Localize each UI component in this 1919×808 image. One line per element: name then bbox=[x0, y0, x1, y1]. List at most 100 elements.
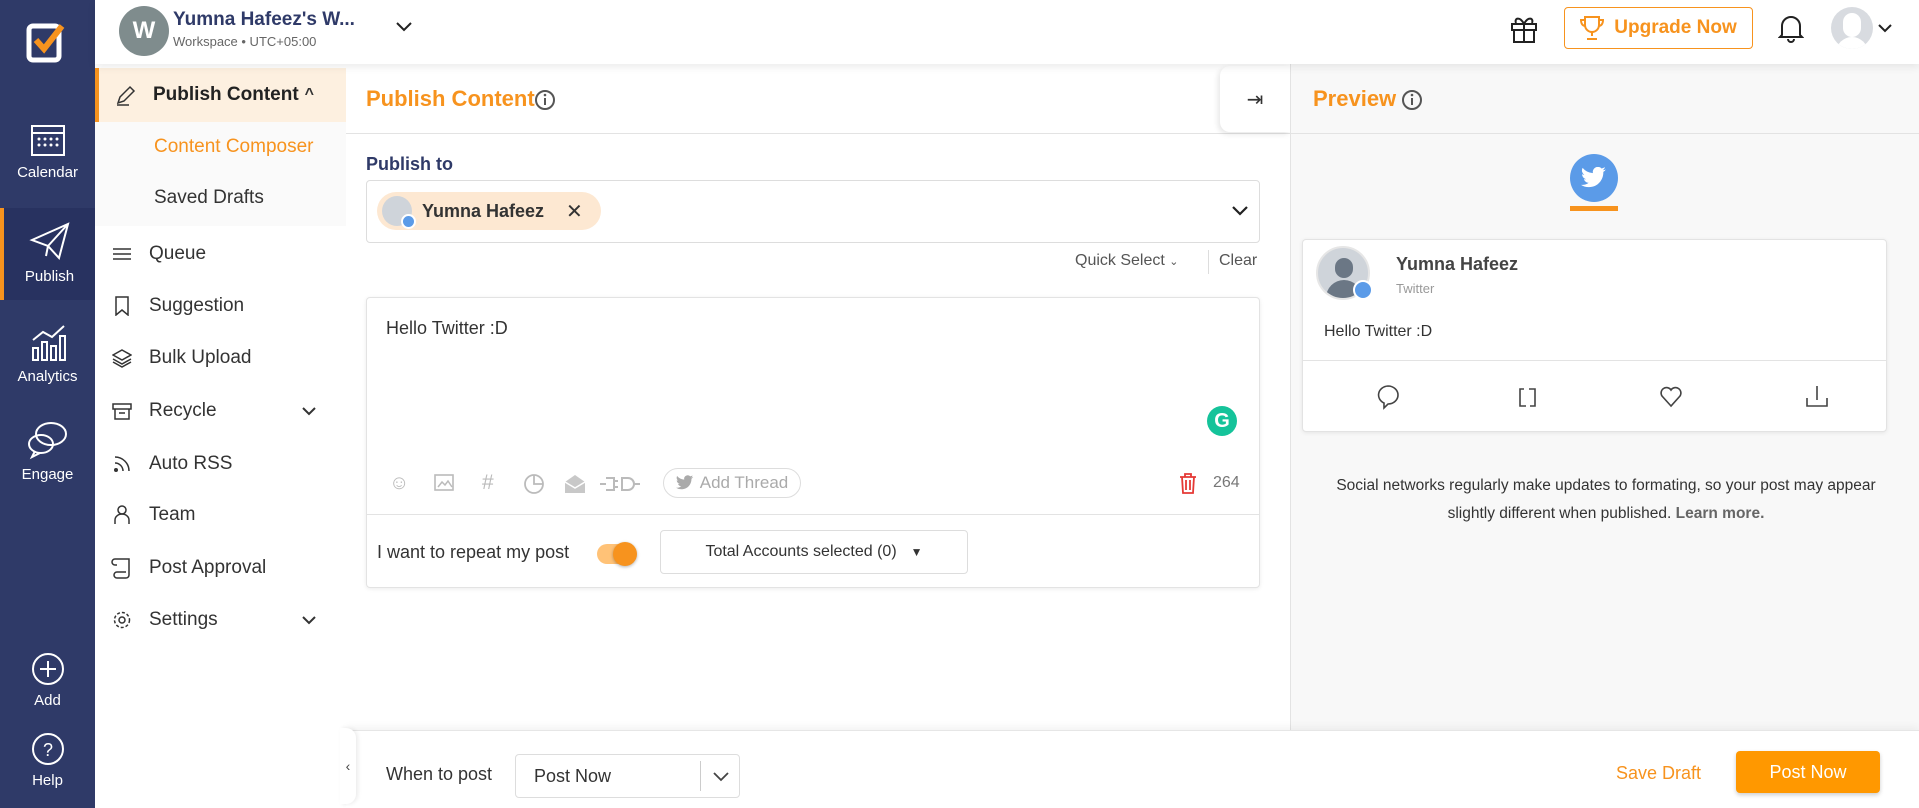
caret-down-icon: ▼ bbox=[910, 545, 923, 559]
when-to-post-value: Post Now bbox=[534, 766, 612, 786]
user-icon bbox=[109, 505, 135, 525]
account-chip-label: Yumna Hafeez bbox=[422, 200, 545, 221]
sidebar-item-label: Auto RSS bbox=[149, 453, 233, 474]
page-title: Publish Content bbox=[366, 86, 535, 111]
sidebar-section-publish-content[interactable]: Publish Content ^ bbox=[95, 68, 346, 122]
app-logo[interactable] bbox=[26, 20, 70, 69]
workspace-avatar[interactable]: W bbox=[119, 6, 169, 56]
rail-label: Help bbox=[32, 772, 63, 789]
image-icon[interactable] bbox=[434, 474, 456, 494]
user-avatar[interactable] bbox=[1831, 7, 1873, 49]
rail-publish[interactable]: Publish bbox=[0, 208, 95, 300]
sidebar-item-label: Bulk Upload bbox=[149, 347, 252, 368]
scroll-icon bbox=[109, 557, 135, 579]
rail-calendar[interactable]: Calendar bbox=[0, 120, 95, 181]
sidebar-item-recycle[interactable]: Recycle bbox=[95, 391, 346, 431]
sidebar-item-queue[interactable]: Queue bbox=[95, 234, 346, 274]
calendar-icon bbox=[30, 125, 65, 156]
preview-network: Twitter bbox=[1396, 281, 1435, 296]
repeat-post-toggle[interactable] bbox=[597, 542, 637, 566]
publish-to-label: Publish to bbox=[366, 154, 453, 174]
rail-label: Analytics bbox=[17, 368, 78, 385]
learn-more-link[interactable]: Learn more. bbox=[1676, 505, 1765, 522]
account-select[interactable]: Yumna Hafeez ✕ bbox=[366, 180, 1260, 243]
post-now-button[interactable]: Post Now bbox=[1736, 751, 1880, 793]
sidebar-sub-saved-drafts[interactable]: Saved Drafts bbox=[154, 187, 264, 209]
gift-icon[interactable] bbox=[1510, 14, 1538, 44]
collapse-sidebar-button[interactable]: ‹ bbox=[340, 728, 356, 804]
publish-sidebar: Publish Content ^ Content Composer Saved… bbox=[95, 64, 346, 808]
paper-plane-icon bbox=[28, 222, 70, 261]
sidebar-item-post-approval[interactable]: Post Approval bbox=[95, 548, 346, 588]
info-icon[interactable] bbox=[534, 89, 556, 111]
reply-icon[interactable] bbox=[1376, 384, 1400, 410]
hashtag-icon[interactable]: # bbox=[482, 471, 494, 495]
save-draft-button[interactable]: Save Draft bbox=[1616, 763, 1701, 784]
rail-analytics[interactable]: Analytics bbox=[0, 322, 95, 385]
sidebar-item-bulk-upload[interactable]: Bulk Upload bbox=[95, 338, 346, 378]
chevron-left-icon: ‹ bbox=[345, 758, 351, 774]
when-to-post-label: When to post bbox=[386, 764, 493, 784]
chevron-down-icon[interactable] bbox=[1877, 22, 1893, 34]
plus-circle-icon bbox=[31, 653, 64, 685]
preview-note: Social networks regularly make updates t… bbox=[1331, 472, 1881, 528]
pie-chart-icon[interactable] bbox=[523, 473, 545, 495]
workspace-name[interactable]: Yumna Hafeez's W... bbox=[173, 9, 355, 31]
arrow-to-right-icon: ⇥ bbox=[1246, 88, 1264, 111]
preview-post-text: Hello Twitter :D bbox=[1324, 323, 1433, 340]
when-to-post-select[interactable]: Post Now bbox=[515, 754, 740, 798]
add-thread-button[interactable]: Add Thread bbox=[663, 468, 801, 498]
sidebar-item-auto-rss[interactable]: Auto RSS bbox=[95, 444, 346, 484]
twitter-tab[interactable] bbox=[1570, 154, 1618, 202]
sidebar-section-label: Publish Content bbox=[153, 84, 299, 105]
active-tab-indicator bbox=[1570, 206, 1618, 211]
pencil-icon bbox=[116, 85, 136, 106]
sidebar-item-label: Suggestion bbox=[149, 295, 245, 316]
preview-title: Preview bbox=[1313, 86, 1397, 111]
grammarly-icon[interactable]: G bbox=[1207, 406, 1237, 436]
account-chip: Yumna Hafeez ✕ bbox=[377, 192, 601, 230]
collapse-preview-button[interactable]: ⇥ bbox=[1220, 66, 1290, 132]
sidebar-item-settings[interactable]: Settings bbox=[95, 600, 346, 640]
envelope-open-icon[interactable] bbox=[564, 474, 586, 494]
editor-card: Hello Twitter :D G ☺ # Add Thread 264 I … bbox=[366, 297, 1260, 588]
info-icon[interactable] bbox=[1401, 89, 1423, 111]
archive-icon bbox=[109, 401, 135, 421]
preview-account-name: Yumna Hafeez bbox=[1396, 254, 1519, 274]
rail-engage[interactable]: Engage bbox=[0, 420, 95, 483]
chevron-down-icon[interactable] bbox=[395, 20, 413, 34]
remove-account-icon[interactable]: ✕ bbox=[566, 199, 583, 224]
bell-icon[interactable] bbox=[1778, 13, 1804, 43]
share-icon[interactable] bbox=[1805, 384, 1829, 408]
heart-icon[interactable] bbox=[1659, 385, 1683, 409]
rail-help[interactable]: ? Help bbox=[0, 732, 95, 789]
chevron-down-icon[interactable] bbox=[1231, 205, 1249, 217]
sidebar-item-suggestion[interactable]: Suggestion bbox=[95, 286, 346, 326]
rail-add[interactable]: Add bbox=[0, 652, 95, 709]
clear-button[interactable]: Clear bbox=[1219, 252, 1257, 270]
post-text-input[interactable]: Hello Twitter :D bbox=[386, 318, 508, 339]
plug-icon[interactable] bbox=[600, 475, 640, 493]
rail-label: Engage bbox=[21, 466, 74, 483]
upgrade-now-button[interactable]: Upgrade Now bbox=[1564, 7, 1753, 49]
composer-panel: Publish Content ⇥ Publish to Yumna Hafee… bbox=[346, 64, 1290, 730]
layers-icon bbox=[109, 348, 135, 368]
sidebar-sub-content-composer[interactable]: Content Composer bbox=[154, 136, 313, 158]
retweet-icon[interactable] bbox=[1517, 386, 1539, 408]
question-circle-icon: ? bbox=[31, 733, 64, 765]
quick-select-label: Quick Select bbox=[1075, 252, 1165, 269]
workspace-subtitle: Workspace • UTC+05:00 bbox=[173, 34, 317, 49]
quick-select-dropdown[interactable]: Quick Select ⌄ bbox=[1075, 252, 1178, 270]
left-rail: Calendar Publish Analytics Engage Add ? … bbox=[0, 0, 95, 808]
sidebar-item-team[interactable]: Team bbox=[95, 495, 346, 535]
sidebar-item-label: Queue bbox=[149, 243, 207, 264]
emoji-icon[interactable]: ☺ bbox=[389, 472, 409, 495]
chevron-up-icon: ^ bbox=[304, 86, 314, 103]
twitter-icon bbox=[675, 475, 693, 490]
twitter-icon bbox=[1581, 167, 1606, 188]
trash-icon[interactable] bbox=[1179, 472, 1197, 494]
accounts-dropdown-label: Total Accounts selected (0) bbox=[705, 543, 897, 560]
accounts-dropdown[interactable]: Total Accounts selected (0) ▼ bbox=[660, 530, 968, 574]
character-count: 264 bbox=[1213, 474, 1240, 491]
bookmark-icon bbox=[109, 296, 135, 316]
